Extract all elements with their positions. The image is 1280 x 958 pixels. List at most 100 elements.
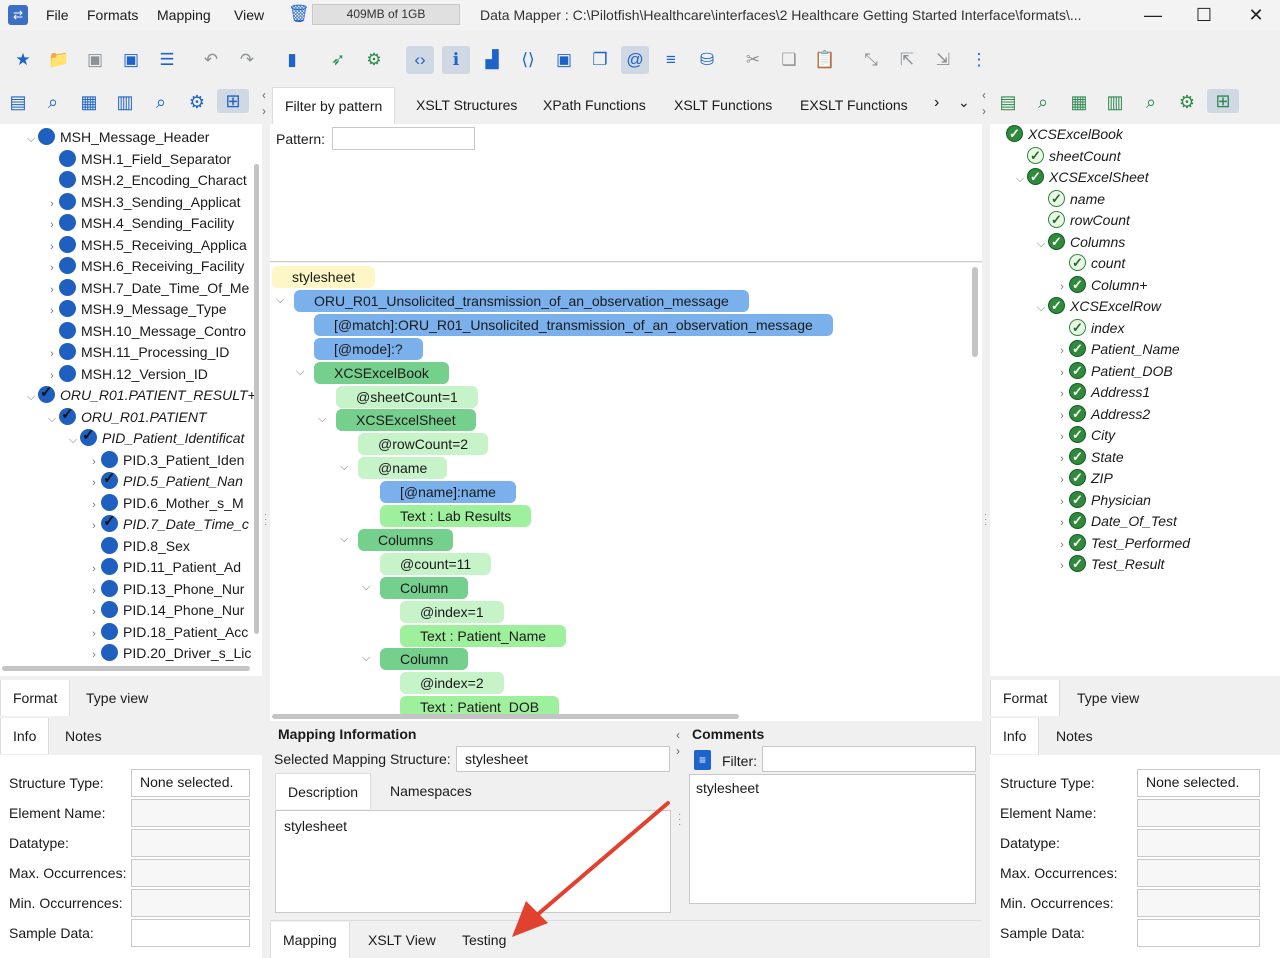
tab-format-left[interactable]: Format	[0, 680, 71, 716]
save-icon[interactable]: ▣	[81, 46, 109, 74]
tab-xslt-structures[interactable]: XSLT Structures	[404, 87, 529, 123]
datatype-field-right[interactable]	[1137, 829, 1260, 857]
left-tree-item[interactable]: › MSH.11_Processing_ID	[45, 342, 229, 363]
left-tree-item[interactable]: › PID.14_Phone_Nur	[87, 600, 244, 621]
chevron-down-icon[interactable]: ⌵	[24, 129, 38, 150]
chevron-down-icon[interactable]: ⌵	[1034, 234, 1048, 255]
memory-indicator[interactable]: 409MB of 1GB	[312, 4, 460, 25]
left-tree-item[interactable]: MSH.10_Message_Contro	[45, 321, 246, 342]
chevron-right-icon[interactable]: ›	[1055, 384, 1069, 405]
left-tree-item[interactable]: › PID.13_Phone_Nur	[87, 579, 244, 600]
paste-icon[interactable]: 📋	[811, 46, 839, 74]
chevron-right-icon[interactable]: ›	[45, 237, 59, 258]
tabs-scroll-right-icon[interactable]: ›	[934, 94, 939, 112]
chevron-right-icon[interactable]: ›	[1055, 449, 1069, 470]
tab-notes-right[interactable]: Notes	[1044, 718, 1105, 754]
element-name-field[interactable]	[131, 799, 250, 827]
chevron-right-icon[interactable]: ›	[87, 473, 101, 494]
mapping-vscroll[interactable]	[972, 267, 978, 357]
min-occ-field-right[interactable]	[1137, 889, 1260, 917]
structure-type-field-right[interactable]: None selected.	[1137, 769, 1260, 797]
chevron-right-icon[interactable]: ›	[87, 559, 101, 580]
code-view-icon[interactable]: ‹›	[406, 46, 434, 74]
menu-formats[interactable]: Formats	[87, 7, 138, 23]
undo-icon[interactable]: ↶	[197, 46, 225, 74]
left-tree-item[interactable]: › PID.7_Date_Time_c	[87, 511, 249, 537]
left-tree-item[interactable]: MSH.2_Encoding_Charact	[45, 170, 247, 191]
chevron-down-icon[interactable]: ⌵	[340, 461, 348, 474]
doc-icon[interactable]: ▤	[6, 90, 30, 114]
mapping-node[interactable]: @name	[358, 457, 448, 480]
chart-icon[interactable]: ▟	[478, 46, 506, 74]
mapping-node[interactable]: Text : Patient_Name	[400, 624, 567, 647]
chevron-right-icon[interactable]: ›	[87, 624, 101, 645]
chevron-right-icon[interactable]: ›	[87, 495, 101, 516]
chevron-down-icon[interactable]: ⌵	[340, 533, 348, 546]
left-tree-item[interactable]: ⌵ PID_Patient_Identificat	[66, 425, 244, 449]
mapping-node[interactable]: XCSExcelBook	[314, 361, 449, 384]
left-tree-item[interactable]: MSH.1_Field_Separator	[45, 149, 231, 170]
comments-filter-input[interactable]	[762, 746, 976, 772]
settings-icon-right[interactable]: ⚙	[1175, 90, 1199, 114]
collapse-icon[interactable]: ⤡	[857, 46, 885, 74]
new-icon[interactable]: ★	[9, 46, 37, 74]
right-tree-item[interactable]: › Test_Result	[1055, 553, 1164, 577]
chevron-down-icon[interactable]: ⌵	[296, 366, 304, 379]
left-tree-item[interactable]: › PID.18_Patient_Acc	[87, 622, 248, 643]
chevron-right-icon[interactable]: ›	[1055, 341, 1069, 362]
open-folder-icon[interactable]: 📁	[45, 46, 73, 74]
right-tree-item[interactable]: index	[1055, 317, 1124, 339]
left-tree-item[interactable]: › MSH.12_Version_ID	[45, 364, 208, 385]
left-tree-vscroll[interactable]	[254, 164, 259, 634]
chevron-right-icon[interactable]: ›	[87, 581, 101, 602]
chevron-right-icon[interactable]: ›	[45, 194, 59, 215]
tab-xslt-functions[interactable]: XSLT Functions	[662, 87, 784, 123]
sample-data-field[interactable]	[131, 919, 250, 947]
align-icon[interactable]: ≡	[657, 46, 685, 74]
chevron-right-icon[interactable]: ›	[87, 516, 101, 537]
max-occ-field-right[interactable]	[1137, 859, 1260, 887]
tab-format-right[interactable]: Format	[990, 680, 1061, 716]
find-icon[interactable]: ⌕	[149, 90, 173, 114]
save-refresh-icon[interactable]: ▣	[550, 46, 578, 74]
right-tree-item[interactable]: XCSExcelBook	[992, 124, 1123, 145]
chevron-right-icon[interactable]: ›	[45, 215, 59, 236]
tab-info-right[interactable]: Info	[990, 718, 1040, 754]
mapping-node[interactable]: @index=1	[400, 600, 504, 623]
mapping-node[interactable]: Column	[380, 576, 469, 599]
mapping-node[interactable]: Columns	[358, 528, 454, 551]
tab-exslt-functions[interactable]: EXSLT Functions	[788, 87, 920, 123]
right-tree-item[interactable]: rowCount	[1034, 209, 1130, 231]
chevron-right-icon[interactable]: ›	[1055, 556, 1069, 577]
chevron-right-icon[interactable]: ›	[1055, 535, 1069, 556]
collapse-comments-icon[interactable]: ‹	[676, 728, 680, 742]
left-tree-item[interactable]: › MSH.7_Date_Time_Of_Me	[45, 278, 249, 299]
chevron-right-icon[interactable]: ›	[1055, 513, 1069, 534]
menu-file[interactable]: File	[46, 7, 69, 23]
right-tree-item[interactable]: › Patient_Name	[1055, 338, 1180, 362]
min-occ-field[interactable]	[131, 889, 250, 917]
export-icon[interactable]: ⇲	[929, 46, 957, 74]
left-tree-hscroll[interactable]	[2, 666, 250, 671]
right-tree-item[interactable]: › State	[1055, 446, 1124, 470]
windows-icon[interactable]: ❐	[586, 46, 614, 74]
info-icon[interactable]: ℹ	[442, 46, 470, 74]
chevron-right-icon[interactable]: ›	[1055, 406, 1069, 427]
mapping-node[interactable]: [@match]:ORU_R01_Unsolicited_transmissio…	[314, 313, 833, 336]
mapping-node[interactable]: Text : Lab Results	[380, 505, 532, 527]
chevron-right-icon[interactable]: ›	[45, 301, 59, 322]
copy-icon[interactable]: ❏	[775, 46, 803, 74]
tab-xpath-functions[interactable]: XPath Functions	[531, 87, 658, 123]
right-tree-item[interactable]: › Address1	[1055, 381, 1150, 405]
save-as-icon[interactable]: ▣	[117, 46, 145, 74]
right-tree-item[interactable]: name	[1034, 188, 1105, 210]
right-tree-item[interactable]: › Physician	[1055, 489, 1151, 511]
chevron-down-icon[interactable]: ⌵	[1034, 298, 1048, 319]
tab-mapping[interactable]: Mapping	[270, 922, 350, 958]
mapping-node[interactable]: [@mode]:?	[314, 337, 423, 360]
tab-namespaces[interactable]: Namespaces	[378, 773, 484, 809]
mapping-node[interactable]: stylesheet	[272, 266, 376, 288]
chevron-down-icon[interactable]: ⌵	[24, 387, 38, 408]
import-icon[interactable]: ⇱	[893, 46, 921, 74]
right-tree-item[interactable]: › City	[1055, 424, 1115, 446]
